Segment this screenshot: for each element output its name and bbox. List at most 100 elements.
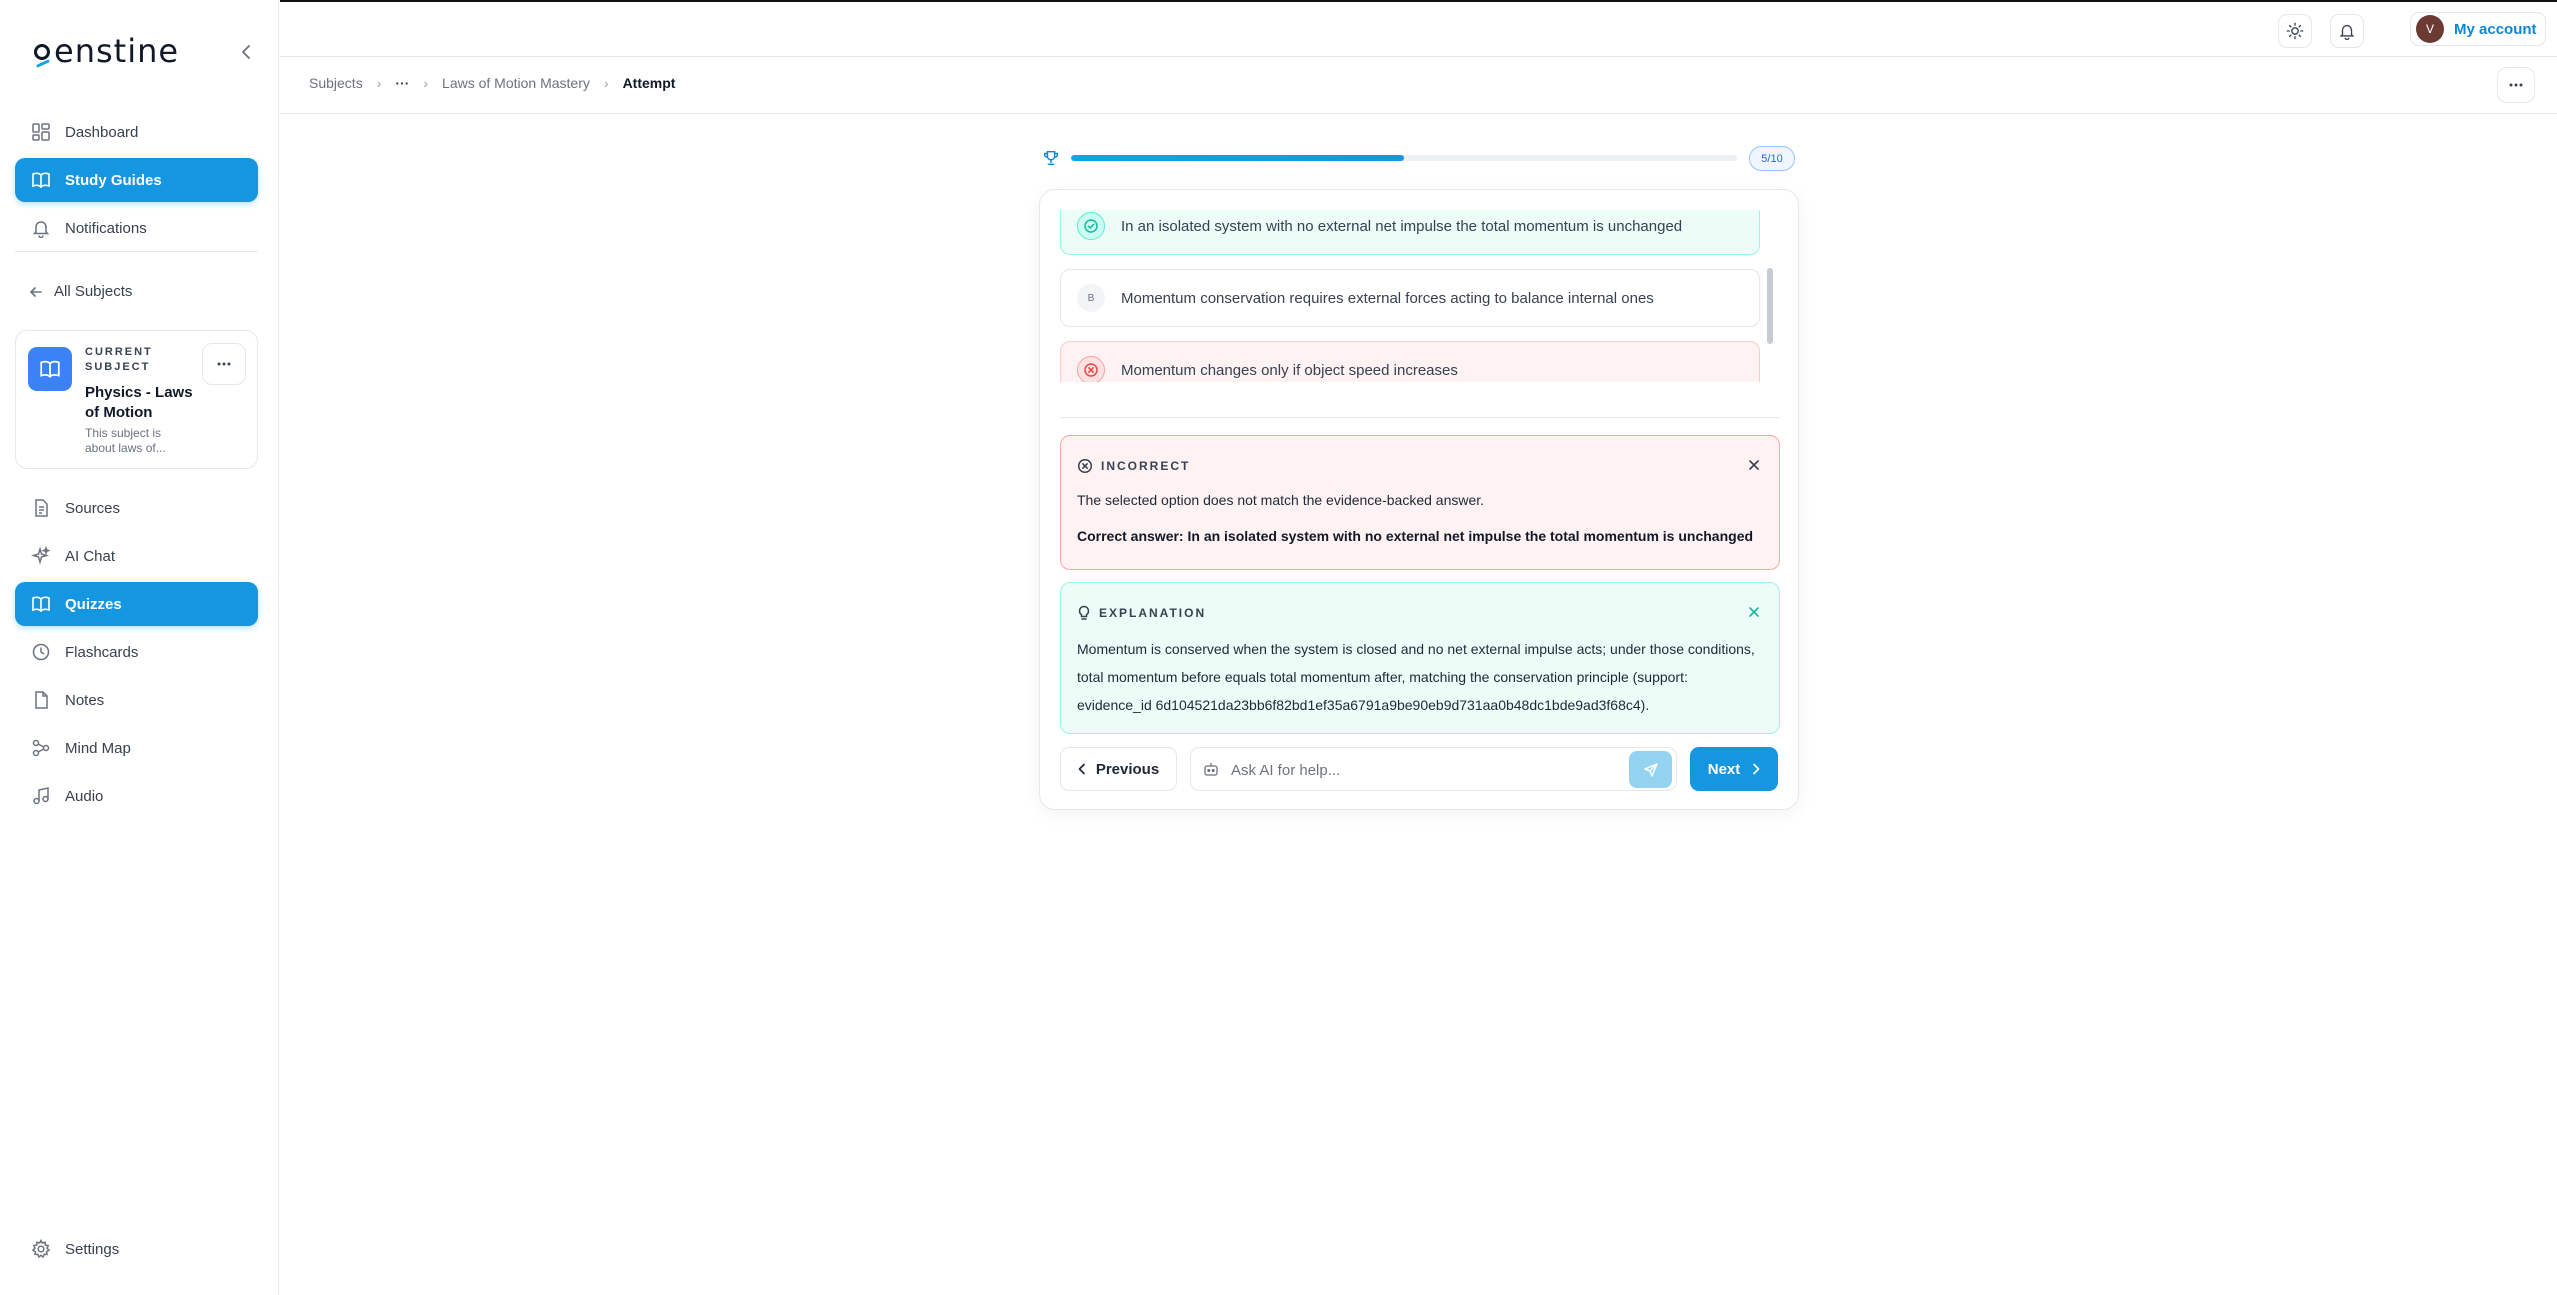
answer-option-a[interactable]: In an isolated system with no external n… (1060, 210, 1760, 255)
send-icon (1643, 762, 1658, 777)
ask-ai-box (1190, 747, 1677, 791)
previous-button[interactable]: Previous (1060, 747, 1177, 791)
note-icon (35, 691, 48, 709)
mind-map-icon (32, 739, 50, 757)
notifications-button[interactable] (2330, 14, 2364, 48)
close-icon (1749, 607, 1759, 617)
sidebar-item-label: Settings (65, 1240, 120, 1258)
book-open-icon (32, 596, 50, 613)
option-text: Momentum changes only if object speed in… (1121, 361, 1458, 379)
logo-mark-icon (34, 44, 50, 60)
bell-icon (2339, 24, 2355, 40)
explanation-text: Momentum is conserved when the system is… (1077, 641, 1755, 713)
sidebar-item-label: Mind Map (65, 739, 131, 757)
sidebar-item-study-guides[interactable]: Study Guides (15, 158, 258, 202)
sidebar-item-label: Dashboard (65, 123, 139, 141)
send-button[interactable] (1629, 751, 1672, 788)
music-note-icon (33, 787, 49, 805)
chevron-left-icon (1078, 763, 1085, 775)
avatar: V (2416, 15, 2444, 43)
option-text: Momentum conservation requires external … (1121, 289, 1654, 307)
top-bar (280, 0, 2557, 57)
next-label: Next (1707, 760, 1741, 778)
incorrect-message: The selected option does not match the e… (1077, 492, 1485, 508)
bell-icon (32, 221, 50, 238)
all-subjects-link[interactable]: All Subjects (28, 283, 132, 300)
subject-description: This subject is about laws of... (85, 426, 166, 455)
current-subject-card: CURRENT SUBJECT Physics - Laws of Motion… (15, 330, 258, 469)
previous-label: Previous (1095, 760, 1160, 778)
sidebar-item-sources[interactable]: Sources (15, 486, 258, 530)
breadcrumb-parent[interactable]: Laws of Motion Mastery (442, 75, 590, 91)
option-text: In an isolated system with no external n… (1121, 217, 1683, 235)
bot-icon (1204, 763, 1218, 776)
incorrect-heading: INCORRECT (1077, 458, 1190, 474)
my-account-label: My account (2454, 20, 2537, 38)
sidebar-divider (15, 251, 258, 252)
theme-toggle-button[interactable] (2278, 14, 2312, 48)
sidebar-item-label: Notes (65, 691, 105, 709)
lightbulb-icon (1078, 605, 1090, 620)
page-more-button[interactable] (2497, 67, 2535, 103)
close-icon (1749, 460, 1759, 470)
option-marker: B (1077, 284, 1105, 312)
subject-book-icon (28, 347, 72, 391)
x-circle-icon (1077, 356, 1105, 382)
sidebar-item-dashboard[interactable]: Dashboard (15, 110, 258, 154)
sidebar-item-label: Sources (65, 499, 121, 517)
close-incorrect-button[interactable] (1745, 456, 1763, 474)
clock-icon (32, 643, 50, 661)
sidebar-item-label: Flashcards (65, 643, 139, 661)
sidebar-item-quizzes[interactable]: Quizzes (15, 582, 258, 626)
brand-logo[interactable]: enstine (34, 32, 179, 70)
subject-kicker: CURRENT SUBJECT (85, 346, 153, 373)
answer-options-list[interactable]: In an isolated system with no external n… (1060, 210, 1760, 382)
answer-option-c[interactable]: Momentum changes only if object speed in… (1060, 341, 1760, 382)
sidebar-item-notifications[interactable]: Notifications (15, 206, 258, 250)
all-subjects-label: All Subjects (54, 283, 133, 300)
explanation-heading-label: EXPLANATION (1099, 606, 1207, 620)
sidebar-item-notes[interactable]: Notes (15, 678, 258, 722)
explanation-panel: EXPLANATION Momentum is conserved when t… (1060, 582, 1780, 734)
quiz-progress-fill (1071, 155, 1404, 161)
subject-more-button[interactable] (202, 343, 246, 385)
chevron-right-icon: › (603, 75, 609, 91)
answer-option-b[interactable]: B Momentum conservation requires externa… (1060, 269, 1760, 327)
chevron-right-icon: › (376, 75, 382, 91)
logo-accent-icon (36, 59, 50, 68)
x-circle-icon (1077, 458, 1093, 474)
sun-icon (2286, 22, 2304, 40)
breadcrumb: Subjects › ··· › Laws of Motion Mastery … (309, 75, 675, 91)
sidebar-item-audio[interactable]: Audio (15, 774, 258, 818)
sidebar-item-ai-chat[interactable]: AI Chat (15, 534, 258, 578)
breadcrumb-current: Attempt (622, 75, 676, 91)
subject-title: Physics - Laws of Motion (85, 384, 193, 421)
sidebar-item-mind-map[interactable]: Mind Map (15, 726, 258, 770)
chevron-left-icon (242, 45, 250, 59)
more-horizontal-icon (2509, 83, 2523, 87)
progress-count-badge: 5/10 (1749, 146, 1795, 171)
sidebar-item-settings[interactable]: Settings (15, 1227, 258, 1271)
more-horizontal-icon (217, 362, 231, 366)
sidebar-item-label: Audio (65, 787, 104, 805)
trophy-icon (1043, 150, 1059, 166)
quiz-progress-bar (1071, 155, 1737, 161)
incorrect-heading-label: INCORRECT (1101, 459, 1191, 473)
next-button[interactable]: Next (1690, 747, 1778, 791)
ask-ai-input[interactable] (1231, 756, 1621, 784)
brand-name: enstine (54, 32, 180, 70)
document-icon (35, 499, 48, 517)
sidebar-item-flashcards[interactable]: Flashcards (15, 630, 258, 674)
sidebar-item-label: Quizzes (65, 595, 122, 613)
chevron-right-icon: › (423, 75, 429, 91)
breadcrumb-subjects[interactable]: Subjects (309, 75, 363, 91)
sidebar-item-label: Notifications (65, 219, 147, 237)
my-account-button[interactable]: V My account (2410, 12, 2546, 46)
quiz-card: In an isolated system with no external n… (1039, 189, 1799, 810)
breadcrumb-bar: Subjects › ··· › Laws of Motion Mastery … (280, 57, 2557, 114)
correct-answer-text: Correct answer: In an isolated system wi… (1077, 528, 1754, 544)
breadcrumb-ellipsis[interactable]: ··· (395, 75, 409, 91)
options-scrollbar[interactable] (1767, 268, 1773, 344)
close-explanation-button[interactable] (1745, 603, 1763, 621)
collapse-sidebar-button[interactable] (238, 40, 254, 64)
